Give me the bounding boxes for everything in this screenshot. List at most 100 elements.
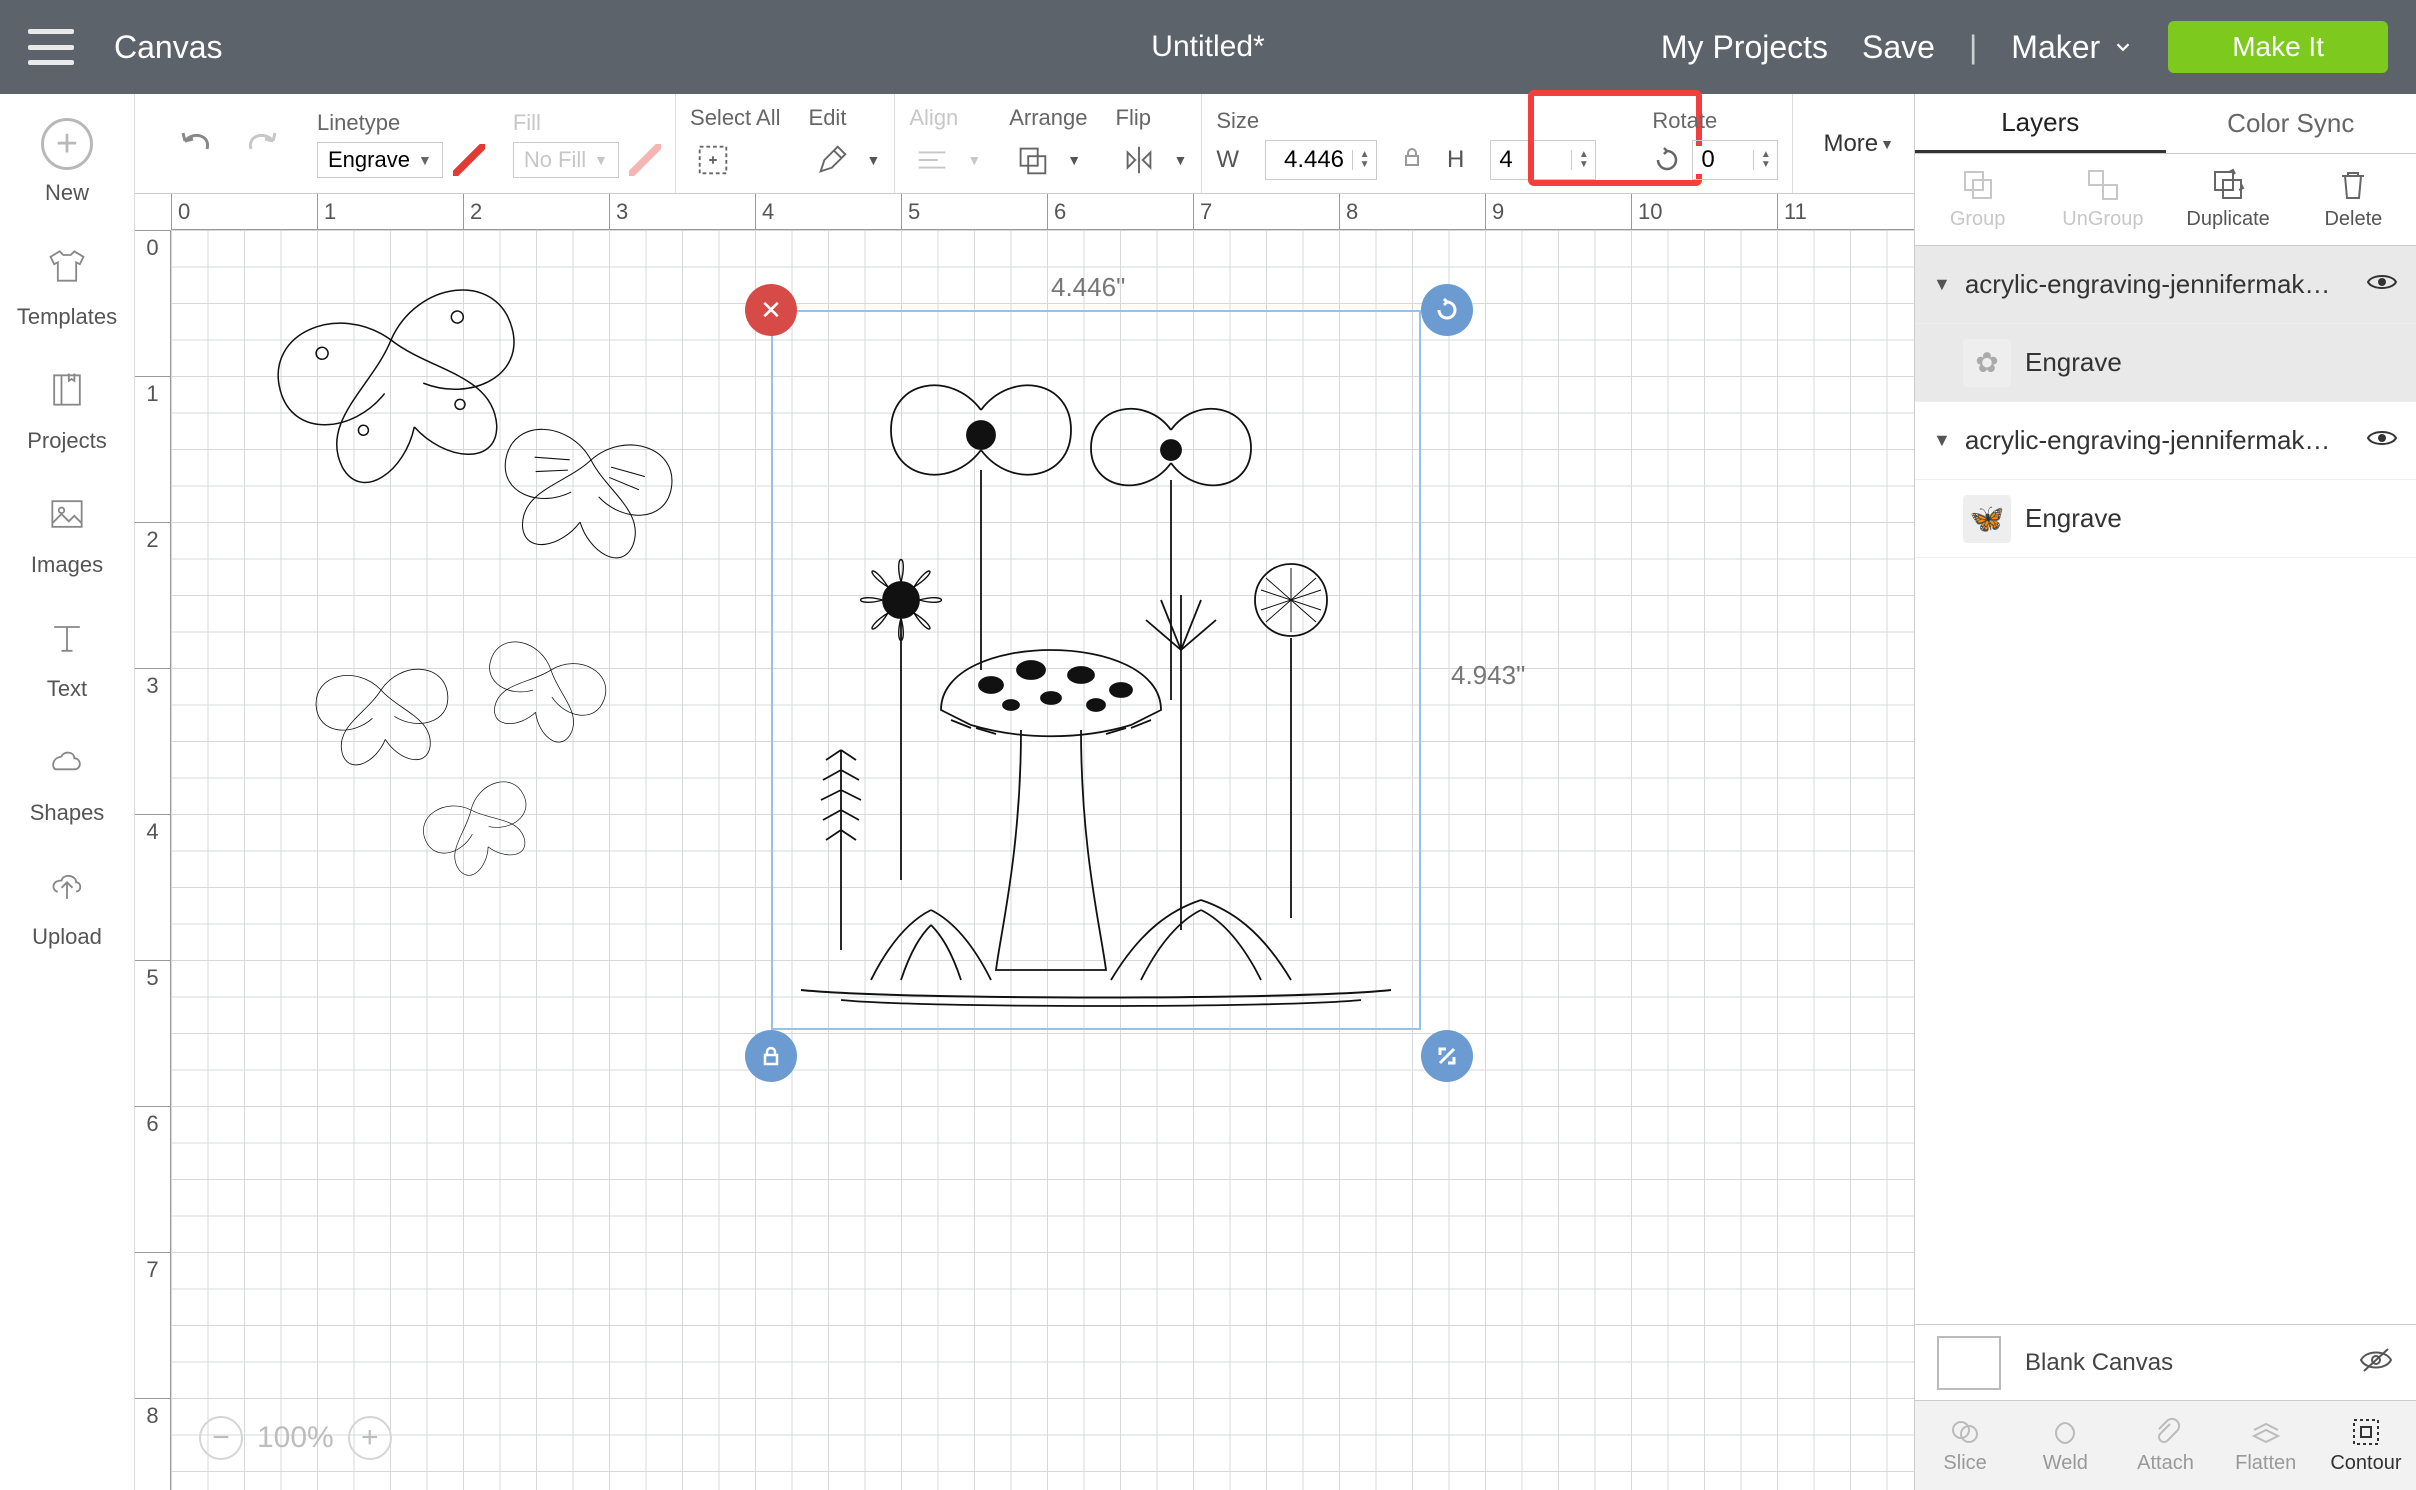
rotate-field[interactable] xyxy=(1693,146,1753,174)
lock-icon xyxy=(1400,145,1424,169)
sidebar-projects[interactable]: Projects xyxy=(27,362,106,454)
zoom-value: 100% xyxy=(257,1421,334,1455)
height-field[interactable] xyxy=(1491,146,1571,174)
ungroup-button[interactable]: UnGroup xyxy=(2040,154,2165,245)
linetype-value: Engrave xyxy=(328,147,410,173)
layer-item-header[interactable]: ▼ acrylic-engraving-jennifermak… xyxy=(1915,402,2416,480)
weld-button[interactable]: Weld xyxy=(2015,1401,2115,1490)
selection-width-label: 4.446" xyxy=(1051,272,1125,303)
lock-aspect[interactable] xyxy=(1397,145,1427,174)
width-field[interactable] xyxy=(1266,146,1352,174)
step-up-icon[interactable]: ▲ xyxy=(1572,150,1595,160)
more-menu[interactable]: More ▼ xyxy=(1823,94,1894,193)
ruler-tick: 0 xyxy=(135,230,170,261)
save-link[interactable]: Save xyxy=(1862,29,1935,66)
attach-button[interactable]: Attach xyxy=(2115,1401,2215,1490)
selection-height-label: 4.943" xyxy=(1451,660,1525,691)
app-title: Canvas xyxy=(114,29,223,66)
chevron-down-icon: ▼ xyxy=(594,152,608,168)
layer-thumbnail: 🦋 xyxy=(1963,495,2011,543)
chevron-down-icon: ▼ xyxy=(1933,274,1951,295)
canvas-swatch[interactable] xyxy=(1937,1336,2001,1390)
edit-button[interactable] xyxy=(809,137,855,183)
step-up-icon[interactable]: ▲ xyxy=(1353,150,1376,160)
arrange-button[interactable] xyxy=(1009,137,1055,183)
tab-color-sync[interactable]: Color Sync xyxy=(2166,94,2416,153)
size-label: Size xyxy=(1216,108,1596,134)
layer-item-sub[interactable]: 🦋 Engrave xyxy=(1915,480,2416,558)
sidebar-label: New xyxy=(45,180,89,206)
height-input[interactable]: ▲▼ xyxy=(1490,140,1596,180)
chevron-down-icon xyxy=(2112,36,2134,58)
ruler-tick: 2 xyxy=(463,194,482,229)
align-label: Align xyxy=(909,105,981,131)
selection-resize-handle[interactable] xyxy=(1421,1030,1473,1082)
selection-rotate-handle[interactable] xyxy=(1421,284,1473,336)
visibility-toggle[interactable] xyxy=(2366,425,2398,456)
make-it-button[interactable]: Make It xyxy=(2168,21,2388,73)
selection-delete-handle[interactable]: ✕ xyxy=(745,284,797,336)
redo-button[interactable] xyxy=(241,121,281,166)
width-input[interactable]: ▲▼ xyxy=(1265,140,1377,180)
book-icon xyxy=(39,362,95,418)
slice-button[interactable]: Slice xyxy=(1915,1401,2015,1490)
ruler-tick: 0 xyxy=(171,194,190,229)
step-down-icon[interactable]: ▼ xyxy=(1572,160,1595,170)
layer-item-header[interactable]: ▼ acrylic-engraving-jennifermak… xyxy=(1915,246,2416,324)
layer-name: acrylic-engraving-jennifermak… xyxy=(1965,425,2352,456)
artwork-flowers[interactable] xyxy=(781,320,1411,1020)
sidebar-label: Upload xyxy=(32,924,102,950)
canvas[interactable]: ✕ 4.446" 4.943" − 100% + xyxy=(171,230,1914,1490)
visibility-toggle[interactable] xyxy=(2366,269,2398,300)
right-panel: Layers Color Sync Group UnGroup Duplicat… xyxy=(1914,94,2416,1490)
contour-button[interactable]: Contour xyxy=(2316,1401,2416,1490)
ruler-tick: 5 xyxy=(135,960,170,991)
my-projects-link[interactable]: My Projects xyxy=(1661,29,1828,66)
sidebar-label: Projects xyxy=(27,428,106,454)
flip-button[interactable] xyxy=(1116,137,1162,183)
step-up-icon[interactable]: ▲ xyxy=(1754,150,1777,160)
layer-item-sub[interactable]: ✿ Engrave xyxy=(1915,324,2416,402)
image-icon xyxy=(39,486,95,542)
flatten-button[interactable]: Flatten xyxy=(2216,1401,2316,1490)
chevron-down-icon: ▼ xyxy=(1880,136,1894,152)
ruler-tick: 7 xyxy=(135,1252,170,1283)
machine-select[interactable]: Maker xyxy=(2011,29,2134,66)
sidebar-images[interactable]: Images xyxy=(31,486,103,578)
undo-button[interactable] xyxy=(177,121,217,166)
layer-name: acrylic-engraving-jennifermak… xyxy=(1965,269,2352,300)
delete-button[interactable]: Delete xyxy=(2291,154,2416,245)
rotate-input[interactable]: ▲▼ xyxy=(1692,140,1778,180)
duplicate-button[interactable]: Duplicate xyxy=(2166,154,2291,245)
sidebar-templates[interactable]: Templates xyxy=(17,238,117,330)
visibility-off-icon[interactable] xyxy=(2358,1347,2394,1378)
width-label: W xyxy=(1216,146,1239,174)
fill-select: No Fill ▼ xyxy=(513,142,619,178)
blank-canvas-footer: Blank Canvas xyxy=(1915,1324,2416,1400)
selection-lock-handle[interactable] xyxy=(745,1030,797,1082)
step-down-icon[interactable]: ▼ xyxy=(1353,160,1376,170)
sidebar-shapes[interactable]: Shapes xyxy=(30,734,105,826)
ruler-tick: 10 xyxy=(1631,194,1662,229)
chevron-down-icon: ▼ xyxy=(967,152,981,168)
height-label: H xyxy=(1447,146,1464,174)
group-button[interactable]: Group xyxy=(1915,154,2040,245)
tab-layers[interactable]: Layers xyxy=(1915,94,2166,153)
sidebar-text[interactable]: Text xyxy=(39,610,95,702)
ruler-tick: 9 xyxy=(1485,194,1504,229)
select-all-button[interactable] xyxy=(690,137,736,183)
zoom-in-button[interactable]: + xyxy=(348,1416,392,1460)
linetype-swatch[interactable] xyxy=(453,144,485,176)
sidebar-new[interactable]: + New xyxy=(41,118,93,206)
ruler-tick: 1 xyxy=(135,376,170,407)
zoom-out-button[interactable]: − xyxy=(199,1416,243,1460)
chevron-down-icon: ▼ xyxy=(1933,430,1951,451)
sidebar-upload[interactable]: Upload xyxy=(32,858,102,950)
artwork-butterflies[interactable] xyxy=(271,270,731,890)
linetype-select[interactable]: Engrave ▼ xyxy=(317,142,443,178)
select-all-label: Select All xyxy=(690,105,781,131)
menu-button[interactable] xyxy=(28,29,74,65)
sidebar-label: Text xyxy=(47,676,87,702)
fill-value: No Fill xyxy=(524,147,586,173)
step-down-icon[interactable]: ▼ xyxy=(1754,160,1777,170)
